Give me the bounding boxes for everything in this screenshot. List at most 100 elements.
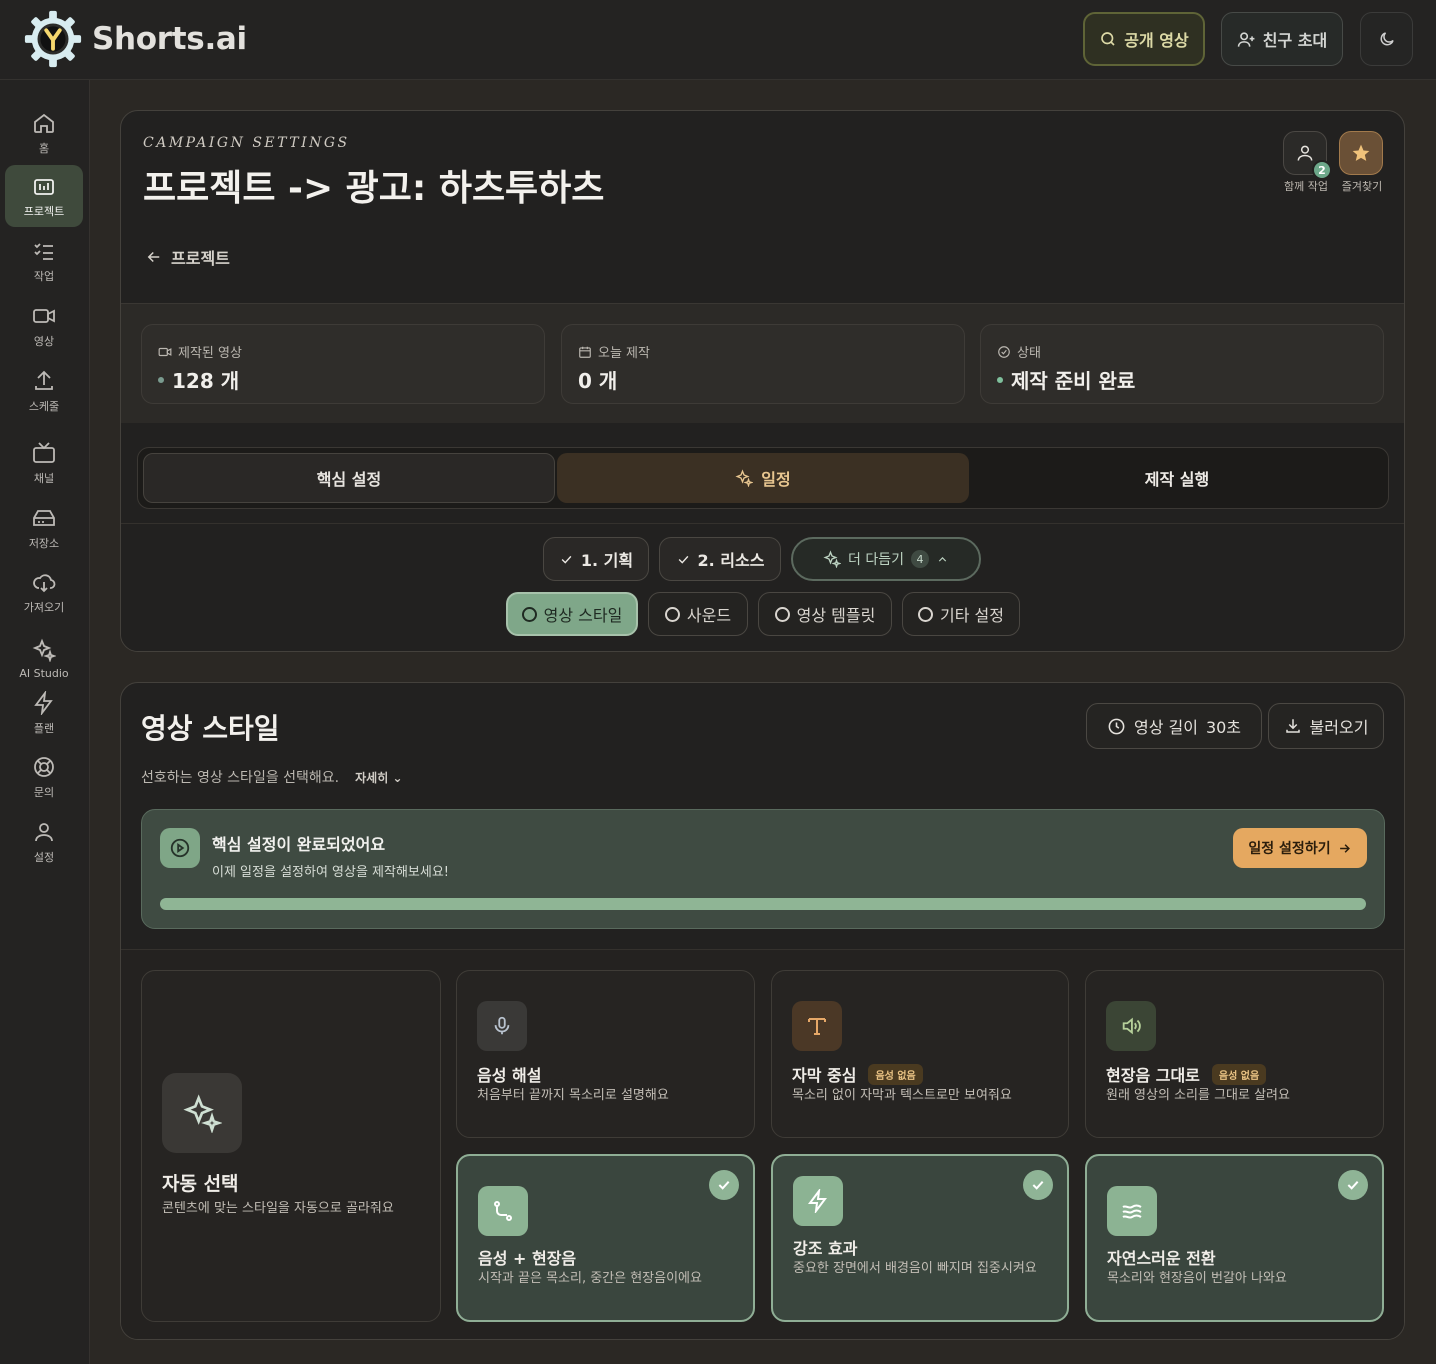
chip-video-style[interactable]: 영상 스타일: [506, 592, 638, 636]
waves-icon: [1122, 1204, 1142, 1219]
sidebar-item-label: 저장소: [28, 536, 60, 550]
no-voice-badge: 음성 없음: [1211, 1063, 1267, 1085]
style-card-mixed[interactable]: 음성 + 현장음 시작과 끝은 목소리, 중간은 현장음이에요: [456, 1154, 755, 1322]
sidebar-item-ai-studio[interactable]: AI Studio: [5, 628, 83, 690]
sidebar-item-label: 프로젝트: [23, 204, 65, 218]
chevron-up-icon: [938, 556, 947, 562]
style-card-narration[interactable]: 음성 해설 처음부터 끝까지 목소리로 설명해요: [456, 970, 755, 1138]
radio-ring-icon: [918, 606, 934, 622]
selected-check-icon: [1023, 1170, 1053, 1200]
sidebar-item-storage[interactable]: 저장소: [5, 497, 83, 559]
step-planning[interactable]: 1. 기획: [543, 537, 649, 581]
card-desc: 목소리와 현장음이 번갈아 나와요: [1107, 1271, 1287, 1286]
sidebar-item-task[interactable]: 작업: [5, 230, 83, 292]
style-card-natural[interactable]: 자연스러운 전환 목소리와 현장음이 번갈아 나와요: [1085, 1154, 1384, 1322]
selected-check-icon: [1338, 1170, 1368, 1200]
style-card-ambient[interactable]: 현장음 그대로 음성 없음 원래 영상의 소리를 그대로 살려요: [1085, 970, 1384, 1138]
tab-core-settings[interactable]: 핵심 설정: [143, 453, 555, 503]
card-icon-box: [792, 1001, 842, 1051]
collaborate-button[interactable]: 2 함께 작업: [1283, 131, 1332, 194]
chip-sound[interactable]: 사운드: [648, 592, 748, 636]
section-subtitle-row: 선호하는 영상 스타일을 선택해요. 자세히 ⌄: [141, 767, 403, 787]
sidebar-item-label: 홈: [38, 141, 50, 155]
sidebar-item-project[interactable]: 프로젝트: [5, 165, 83, 227]
load-button[interactable]: 불러오기: [1268, 703, 1384, 749]
sidebar-item-video[interactable]: 영상: [5, 295, 83, 357]
user-plus-icon: [1237, 31, 1255, 47]
card-icon-box: [1107, 1186, 1157, 1236]
style-card-auto[interactable]: 자동 선택 콘텐츠에 맞는 스타일을 자동으로 골라줘요: [141, 970, 441, 1322]
card-title: 강조 효과: [793, 1235, 857, 1259]
campaign-panel: CAMPAIGN SETTINGS 프로젝트 -> 광고: 하츠투하츠 2 함께…: [120, 110, 1405, 652]
sidebar-item-settings[interactable]: 설정: [5, 811, 83, 873]
step-resources[interactable]: 2. 리소스: [659, 537, 781, 581]
sidebar-item-label: 작업: [33, 269, 55, 283]
details-label: 자세히: [355, 770, 389, 785]
card-desc: 콘텐츠에 맞는 스타일을 자동으로 골라줘요: [162, 1201, 394, 1216]
card-icon-box: [793, 1176, 843, 1226]
sidebar-item-label: 영상: [33, 334, 55, 348]
style-card-emphasis[interactable]: 강조 효과 중요한 장면에서 배경음이 빠지며 집중시켜요: [771, 1154, 1069, 1322]
back-to-projects-link[interactable]: 프로젝트: [145, 245, 230, 269]
invite-friend-button[interactable]: 친구 초대: [1221, 12, 1343, 66]
sparkles-icon: [32, 638, 56, 662]
sidebar-item-label: AI Studio: [19, 667, 69, 680]
stat-value-row: 0 개: [578, 365, 617, 394]
stat-card-today: 오늘 제작 0 개: [561, 324, 965, 404]
chip-label: 영상 템플릿: [796, 606, 876, 625]
status-dot: [158, 376, 164, 383]
collaborate-label: 함께 작업: [1284, 180, 1328, 193]
settings-tabs: 핵심 설정 일정 제작 실행: [137, 447, 1389, 509]
banner-text: 이제 일정을 설정하여 영상을 제작해보세요!: [212, 865, 450, 880]
video-length-label: 영상 길이: [1133, 718, 1198, 737]
user-icon: [35, 822, 53, 841]
sparkles-icon: [183, 1094, 222, 1133]
refine-more-toggle[interactable]: 더 다듬기 4: [791, 537, 981, 581]
section-subtitle: 선호하는 영상 스타일을 선택해요.: [141, 770, 340, 786]
video-style-panel: 영상 스타일 선호하는 영상 스타일을 선택해요. 자세히 ⌄ 영상 길이 30…: [120, 682, 1405, 1340]
tab-label: 제작 실행: [1144, 470, 1210, 489]
theme-toggle-button[interactable]: [1360, 12, 1413, 66]
details-toggle[interactable]: 자세히 ⌄: [355, 769, 402, 786]
card-title: 자연스러운 전환: [1107, 1245, 1216, 1269]
collaborator-count-badge: 2: [1312, 160, 1332, 180]
tab-run-production[interactable]: 제작 실행: [971, 453, 1383, 503]
sidebar-item-import[interactable]: 가져오기: [5, 561, 83, 623]
banner-title: 핵심 설정이 완료되었어요: [212, 835, 386, 854]
check-icon: [678, 555, 688, 564]
chip-video-template[interactable]: 영상 템플릿: [758, 592, 892, 636]
step-label: 1. 기획: [580, 551, 634, 570]
public-video-button[interactable]: 공개 영상: [1083, 12, 1205, 66]
star-icon: [1352, 144, 1370, 161]
card-desc: 중요한 장면에서 배경음이 빠지며 집중시켜요: [793, 1261, 1037, 1276]
stat-label: 제작된 영상: [178, 346, 242, 361]
sidebar-item-label: 채널: [33, 471, 55, 485]
search-icon: [1101, 32, 1115, 46]
chip-label: 영상 스타일: [543, 606, 623, 625]
tab-schedule[interactable]: 일정: [557, 453, 969, 503]
stat-value: 제작 준비 완료: [1011, 369, 1136, 393]
stat-value: 0 개: [578, 369, 618, 393]
style-card-subtitle[interactable]: 자막 중심 음성 없음 목소리 없이 자막과 텍스트로만 보여줘요: [771, 970, 1069, 1138]
status-dot: [997, 376, 1003, 383]
sidebar-item-channel[interactable]: 채널: [5, 432, 83, 494]
sidebar-item-inquiry[interactable]: 문의: [5, 746, 83, 808]
sidebar-item-home[interactable]: 홈: [5, 102, 83, 164]
style-options-grid: 자동 선택 콘텐츠에 맞는 스타일을 자동으로 골라줘요 음성 해설 처음부터 …: [121, 949, 1404, 1339]
sidebar-item-schedule[interactable]: 스케줄: [5, 360, 83, 422]
chip-label: 기타 설정: [940, 606, 1004, 625]
set-schedule-button[interactable]: 일정 설정하기: [1233, 828, 1367, 868]
sidebar-item-plan[interactable]: 플랜: [5, 682, 83, 744]
stat-label: 상태: [1017, 346, 1041, 361]
chip-other-settings[interactable]: 기타 설정: [902, 592, 1020, 636]
card-title: 음성 + 현장음: [478, 1245, 576, 1269]
brand-name: Shorts.ai: [92, 21, 247, 57]
upload-icon: [35, 370, 53, 390]
task-list-icon: [34, 242, 53, 260]
sparkles-icon: [823, 550, 841, 568]
brand-logo[interactable]: Shorts.ai: [22, 8, 247, 70]
favorite-button[interactable]: 즐겨찾기: [1339, 131, 1385, 194]
banner-icon-box: [160, 828, 200, 868]
video-length-button[interactable]: 영상 길이 30초: [1086, 703, 1262, 749]
card-icon-box: [162, 1073, 242, 1153]
